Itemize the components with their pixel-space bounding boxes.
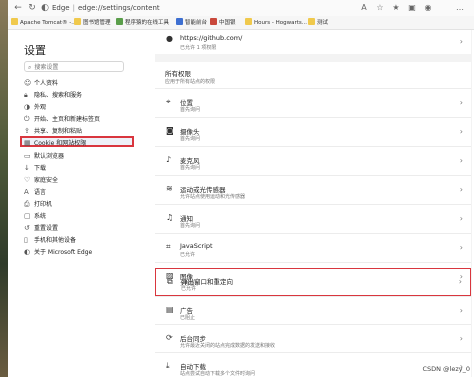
sync-icon: ⟳ (166, 333, 173, 342)
cookie-site-icon: ▦ (24, 139, 31, 147)
auto-download-icon: ⤓ (166, 361, 170, 370)
microphone-icon: ♪ (166, 155, 172, 164)
system-icon: ▢ (24, 212, 31, 220)
site-icon (210, 18, 217, 25)
collections-icon[interactable]: ▣ (406, 2, 418, 14)
ads-icon: ▤ (166, 305, 174, 314)
motion-sensor-icon: ≋ (166, 184, 173, 193)
permission-row-camera[interactable]: ◙ 摄像头 首先询问 › (155, 117, 471, 147)
favorite-star-icon[interactable]: ☆ (374, 2, 386, 14)
sidebar-item-start[interactable]: ⏻ 开始、主页和新建标签页 (24, 114, 130, 125)
edge-logo-icon: ◐ (41, 3, 49, 13)
permission-row-location[interactable]: ⌖ 位置 首先询问 › (155, 88, 471, 118)
sidebar-item-downloads[interactable]: ↓ 下载 (24, 163, 130, 174)
browser-icon: ▭ (24, 152, 31, 160)
browser-name: Edge (52, 4, 70, 12)
sidebar-item-appearance[interactable]: ◑ 外观 (24, 102, 130, 113)
section-title: 所有权限 (165, 70, 191, 78)
family-icon: ♡ (24, 176, 31, 184)
chevron-right-icon: › (459, 243, 463, 252)
permission-row-sensors[interactable]: ≋ 运动或光传感器 允许站点使用运动和光传感器 › (155, 175, 471, 205)
sidebar-item-printer[interactable]: ⎙ 打印机 (24, 199, 130, 210)
edge-icon: ◐ (24, 248, 31, 256)
javascript-icon: ⌗ (166, 242, 171, 251)
location-icon: ⌖ (166, 97, 171, 106)
settings-sidebar: 设置 ⌕ 搜索设置 ☺ 个人资料 🔒︎ 隐私、搜索和服务 ◑ 外观 ⏻ 开始、主页和新建标… (8, 30, 140, 377)
permission-row-popups[interactable]: ⧉ 弹出窗口和重定向 已允许 › (155, 268, 471, 296)
watermark: CSDN @lezy_0 (422, 365, 470, 373)
bookmark-item[interactable]: Hours - Hogwarts... (245, 18, 307, 27)
power-icon: ⏻ (24, 115, 30, 123)
chevron-right-icon: › (459, 156, 463, 165)
bookmark-item[interactable]: 中国银 (210, 18, 236, 27)
sidebar-item-privacy[interactable]: 🔒︎ 隐私、搜索和服务 (24, 90, 130, 101)
browser-window: ← ↻ ◐ Edge | edge://settings/content A ☆ ★… (8, 0, 474, 382)
site-icon (176, 18, 183, 25)
bookmark-item[interactable]: Apache Tomcat® -... (11, 18, 76, 27)
search-icon: ⌕ (28, 64, 32, 71)
sidebar-item-devices[interactable]: ▯ 手机和其他设备 (24, 235, 130, 246)
back-arrow-icon[interactable]: ← (12, 2, 24, 14)
bell-icon: ♫ (166, 213, 174, 222)
chevron-right-icon: › (459, 214, 463, 223)
popup-icon: ⧉ (167, 277, 173, 286)
site-icon (245, 18, 252, 25)
sidebar-item-cookies[interactable]: ▦ Cookie 和网站权限 (20, 136, 134, 147)
lock-icon: 🔒︎ (24, 91, 28, 99)
permission-row-background-sync[interactable]: ⟳ 后台同步 允许最近关闭的站点完成数据的发送和接收 › (155, 324, 471, 353)
page-title: 设置 (24, 44, 46, 57)
url-text: edge://settings/content (77, 4, 160, 12)
profile-icon[interactable]: ◉ (422, 2, 434, 14)
site-row-github[interactable]: ● https://github.com/ 已允许 1 项权限 › (155, 30, 471, 54)
sidebar-item-family[interactable]: ♡ 家庭安全 (24, 175, 130, 186)
chevron-right-icon: › (459, 306, 463, 315)
appearance-icon: ◑ (24, 103, 31, 111)
folder-icon (11, 18, 18, 25)
bookmark-item[interactable]: 程序猿的在线工具 (116, 18, 169, 27)
permission-row-javascript[interactable]: ⌗ JavaScript 已允许 › (155, 233, 471, 263)
search-input[interactable]: ⌕ 搜索设置 (24, 61, 124, 72)
permissions-card: 所有权限 应用于所有站点的权限 ⌖ 位置 首先询问 › ◙ 摄像头 首先询问 ›… (155, 62, 471, 382)
folder-icon (308, 18, 315, 25)
sidebar-item-default-browser[interactable]: ▭ 默认浏览器 (24, 151, 130, 162)
chevron-right-icon: › (458, 277, 462, 286)
sidebar-item-profile[interactable]: ☺ 个人资料 (24, 78, 130, 89)
chevron-right-icon: › (459, 185, 463, 194)
chevron-right-icon: › (459, 127, 463, 136)
sidebar-item-about[interactable]: ◐ 关于 Microsoft Edge (24, 247, 130, 258)
section-subtitle: 应用于所有站点的权限 (165, 79, 216, 85)
chevron-right-icon: › (459, 37, 463, 46)
read-aloud-icon[interactable]: A (358, 2, 370, 14)
more-icon[interactable]: … (454, 2, 466, 14)
download-icon: ↓ (24, 164, 30, 172)
person-icon: ☺ (24, 79, 32, 87)
refresh-icon[interactable]: ↻ (26, 2, 38, 14)
permission-row-notifications[interactable]: ♫ 通知 首先询问 › (155, 204, 471, 234)
sidebar-item-reset[interactable]: ↺ 重置设置 (24, 223, 130, 234)
chevron-right-icon: › (459, 334, 463, 343)
permission-row-microphone[interactable]: ♪ 麦克风 首先询问 › (155, 146, 471, 176)
chevron-right-icon: › (459, 98, 463, 107)
bookmark-item[interactable]: 智能前台 (176, 18, 207, 27)
reset-icon: ↺ (24, 224, 30, 232)
favorites-icon[interactable]: ★ (390, 2, 402, 14)
address-bar: ← ↻ ◐ Edge | edge://settings/content A ☆ ★… (8, 0, 474, 16)
permission-row-ads[interactable]: ▤ 广告 已阻止 › (155, 296, 471, 325)
settings-content: ● https://github.com/ 已允许 1 项权限 › 所有权限 应… (155, 30, 472, 382)
desktop-background-strip (0, 0, 8, 377)
bookmark-item[interactable]: 图书馆管理 (74, 18, 111, 27)
site-icon (116, 18, 123, 25)
url-field[interactable]: Edge | edge://settings/content (52, 2, 232, 14)
folder-icon (74, 18, 81, 25)
bookmark-item[interactable]: 测试 (308, 18, 328, 27)
printer-icon: ⎙ (24, 200, 30, 208)
camera-icon: ◙ (166, 126, 174, 135)
sidebar-item-system[interactable]: ▢ 系统 (24, 211, 130, 222)
site-card: ● https://github.com/ 已允许 1 项权限 › (155, 30, 471, 54)
github-icon: ● (166, 34, 173, 43)
phone-icon: ▯ (24, 236, 28, 244)
sidebar-item-language[interactable]: A 语言 (24, 187, 130, 198)
bookmarks-bar: Apache Tomcat® -... 图书馆管理 程序猿的在线工具 智能前台 … (8, 16, 474, 30)
language-icon: A (24, 188, 29, 196)
